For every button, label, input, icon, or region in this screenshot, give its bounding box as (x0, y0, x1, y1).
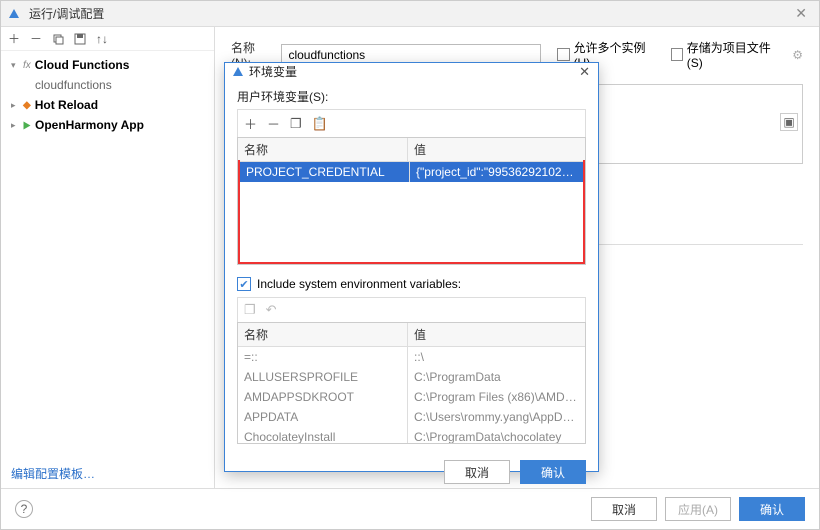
copy-config-button[interactable] (51, 32, 65, 46)
chevron-down-icon: ▾ (11, 60, 21, 71)
sys-var-value: C:\Program Files (x86)\AMD APP\ (408, 387, 585, 407)
dialog-title: 环境变量 (249, 63, 579, 80)
edit-templates-link[interactable]: 编辑配置模板… (1, 459, 214, 488)
titlebar: 运行/调试配置 ✕ (1, 1, 819, 27)
main-footer: ? 取消 应用(A) 确认 (1, 488, 819, 529)
sys-var-value: ::\ (408, 347, 585, 367)
app-run-icon (23, 118, 31, 132)
ok-button[interactable]: 确认 (739, 497, 805, 521)
copy-sys-button[interactable]: ❐ (244, 302, 256, 318)
help-button[interactable]: ? (15, 500, 33, 518)
dialog-close-button[interactable]: ✕ (579, 64, 590, 80)
fx-icon: fx (23, 60, 31, 71)
sys-var-value: C:\ProgramData (408, 367, 585, 387)
sys-var-name: ChocolateyInstall (238, 427, 408, 443)
system-vars-table: 名称 值 =::::\ALLUSERSPROFILEC:\ProgramData… (237, 322, 586, 444)
user-vars-toolbar: ＋ － ❐ 📋 (237, 109, 586, 137)
remove-var-button[interactable]: － (267, 114, 280, 133)
system-var-row[interactable]: AMDAPPSDKROOTC:\Program Files (x86)\AMD … (238, 387, 585, 407)
dialog-app-icon (233, 65, 249, 79)
checkbox-icon (557, 48, 569, 61)
chevron-right-icon: ▸ (11, 100, 21, 111)
add-var-button[interactable]: ＋ (244, 114, 257, 133)
paste-var-button[interactable]: 📋 (312, 116, 328, 132)
store-project-label: 存储为项目文件(S) (687, 39, 779, 70)
sidebar: ＋ － ↑↓ ▾ fx Cloud Functions cloudfunctio… (1, 27, 215, 488)
user-row-highlight: PROJECT_CREDENTIAL {"project_id":"995362… (238, 160, 585, 264)
col-name-header: 名称 (238, 138, 408, 161)
copy-var-button[interactable]: ❐ (290, 116, 302, 132)
sidebar-toolbar: ＋ － ↑↓ (1, 27, 214, 51)
sys-var-value: C:\ProgramData\chocolatey (408, 427, 585, 443)
dialog-titlebar: 环境变量 ✕ (225, 63, 598, 80)
user-var-name: PROJECT_CREDENTIAL (240, 162, 410, 182)
chevron-right-icon: ▸ (11, 120, 21, 131)
system-vars-toolbar: ❐ ↶ (237, 297, 586, 322)
include-system-label: Include system environment variables: (257, 277, 461, 291)
save-config-button[interactable] (73, 32, 87, 46)
remove-config-button[interactable]: － (29, 32, 43, 46)
system-var-row[interactable]: ALLUSERSPROFILEC:\ProgramData (238, 367, 585, 387)
system-var-row[interactable]: APPDATAC:\Users\rommy.yang\AppData\Ro... (238, 407, 585, 427)
move-up-button[interactable]: ↑↓ (95, 32, 109, 46)
window-close-button[interactable]: ✕ (791, 5, 811, 22)
tree-node-openharmony-app[interactable]: ▸ OpenHarmony App (1, 115, 214, 135)
store-project-checkbox[interactable]: 存储为项目文件(S) (671, 39, 779, 70)
add-config-button[interactable]: ＋ (7, 32, 21, 46)
dialog-cancel-button[interactable]: 取消 (444, 460, 510, 484)
sys-var-name: ALLUSERSPROFILE (238, 367, 408, 387)
config-tree: ▾ fx Cloud Functions cloudfunctions ▸ ◆ … (1, 51, 214, 459)
revert-sys-button[interactable]: ↶ (266, 302, 277, 318)
expand-env-button[interactable]: ▣ (780, 113, 798, 131)
sys-var-name: AMDAPPSDKROOT (238, 387, 408, 407)
dialog-footer: 取消 确认 (225, 452, 598, 492)
apply-button[interactable]: 应用(A) (665, 497, 731, 521)
checkbox-checked-icon: ✔ (237, 277, 251, 291)
cancel-button[interactable]: 取消 (591, 497, 657, 521)
user-var-value: {"project_id":"99536292102178307","... (410, 162, 583, 182)
sys-col-value-header: 值 (408, 323, 585, 346)
hot-reload-icon: ◆ (23, 100, 31, 111)
include-system-checkbox[interactable]: ✔ Include system environment variables: (237, 277, 586, 291)
tree-node-hot-reload[interactable]: ▸ ◆ Hot Reload (1, 95, 214, 115)
sys-var-name: APPDATA (238, 407, 408, 427)
app-icon (9, 7, 23, 21)
sys-var-value: C:\Users\rommy.yang\AppData\Ro... (408, 407, 585, 427)
checkbox-icon (671, 48, 683, 61)
user-vars-table: 名称 值 PROJECT_CREDENTIAL {"project_id":"9… (237, 137, 586, 265)
col-value-header: 值 (408, 138, 585, 161)
gear-icon[interactable]: ⚙ (792, 48, 803, 62)
window-title: 运行/调试配置 (29, 5, 791, 22)
sys-col-name-header: 名称 (238, 323, 408, 346)
system-var-row[interactable]: =::::\ (238, 347, 585, 367)
env-vars-dialog: 环境变量 ✕ 用户环境变量(S): ＋ － ❐ 📋 名称 值 PROJECT_C… (224, 62, 599, 472)
tree-node-cloud-functions[interactable]: ▾ fx Cloud Functions (1, 55, 214, 75)
dialog-ok-button[interactable]: 确认 (520, 460, 586, 484)
sys-var-name: =:: (238, 347, 408, 367)
tree-node-cloudfunctions-config[interactable]: cloudfunctions (1, 75, 214, 95)
user-var-row[interactable]: PROJECT_CREDENTIAL {"project_id":"995362… (240, 162, 583, 182)
system-var-row[interactable]: ChocolateyInstallC:\ProgramData\chocolat… (238, 427, 585, 443)
user-vars-label: 用户环境变量(S): (237, 88, 586, 105)
